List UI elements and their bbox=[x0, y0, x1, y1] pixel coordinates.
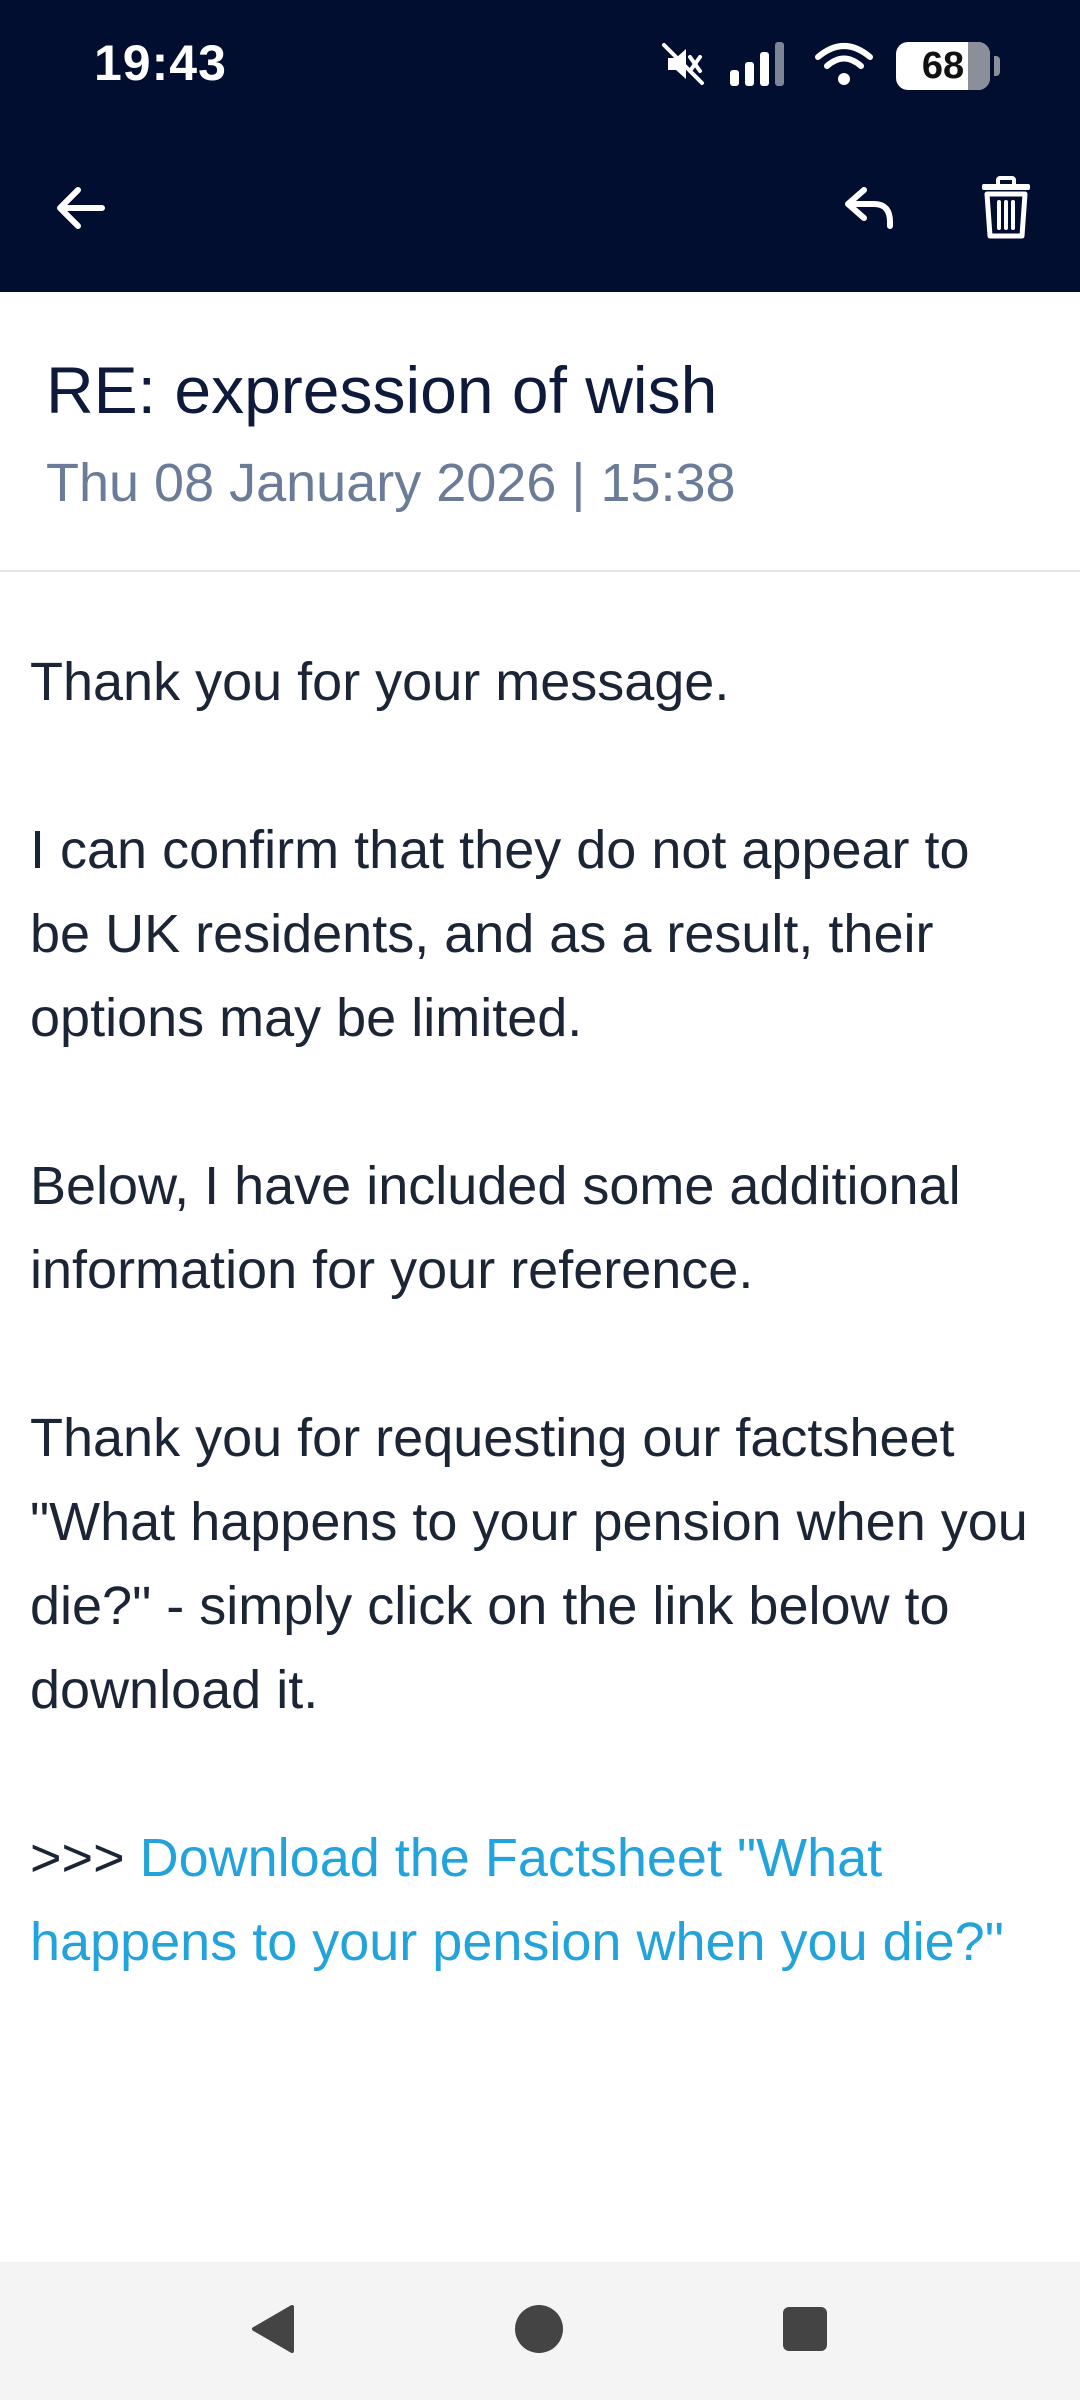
nav-home-button[interactable] bbox=[504, 2296, 574, 2366]
link-prefix: >>> bbox=[30, 1828, 140, 1888]
nav-back-button[interactable] bbox=[238, 2296, 308, 2366]
app-bar bbox=[0, 130, 1080, 292]
download-line: >>> Download the Factsheet "What happens… bbox=[30, 1816, 1040, 1984]
reply-icon bbox=[842, 180, 898, 241]
status-time: 19:43 bbox=[94, 35, 227, 91]
download-factsheet-link[interactable]: Download the Factsheet "What happens to … bbox=[30, 1828, 1004, 1972]
message-paragraph: Thank you for your message. bbox=[30, 652, 730, 712]
message-paragraph: Thank you for requesting our factsheet "… bbox=[30, 1408, 1028, 1720]
message-body: Thank you for your message. I can confir… bbox=[30, 640, 1040, 2068]
system-nav-bar bbox=[0, 2262, 1080, 2400]
message-meta: Thu 08 January 2026 | 15:38 bbox=[46, 452, 736, 514]
battery-level: 68 bbox=[921, 44, 965, 87]
meta-separator: | bbox=[571, 453, 586, 513]
signal-icon bbox=[728, 40, 792, 93]
status-icons: 68 bbox=[660, 38, 1000, 94]
message-date: Thu 08 January 2026 bbox=[46, 453, 557, 513]
delete-button[interactable] bbox=[966, 166, 1046, 254]
back-button[interactable] bbox=[40, 170, 120, 250]
recents-square-icon bbox=[781, 2305, 829, 2358]
message-subject: RE: expression of wish bbox=[46, 353, 718, 427]
nav-recents-button[interactable] bbox=[770, 2296, 840, 2366]
reply-button[interactable] bbox=[830, 170, 910, 250]
message-paragraph: I can confirm that they do not appear to… bbox=[30, 820, 970, 1048]
battery-icon: 68 bbox=[896, 42, 1000, 90]
message-paragraph: Below, I have included some additional i… bbox=[30, 1156, 961, 1300]
trash-icon bbox=[978, 175, 1034, 245]
message-time: 15:38 bbox=[600, 453, 736, 513]
back-triangle-icon bbox=[248, 2303, 298, 2360]
status-bar: 19:43 68 bbox=[0, 0, 1080, 130]
wifi-icon bbox=[814, 41, 874, 92]
mute-icon bbox=[660, 41, 706, 92]
message-header: RE: expression of wish Thu 08 January 20… bbox=[0, 292, 1080, 572]
home-circle-icon bbox=[513, 2303, 565, 2360]
back-arrow-icon bbox=[52, 180, 108, 241]
